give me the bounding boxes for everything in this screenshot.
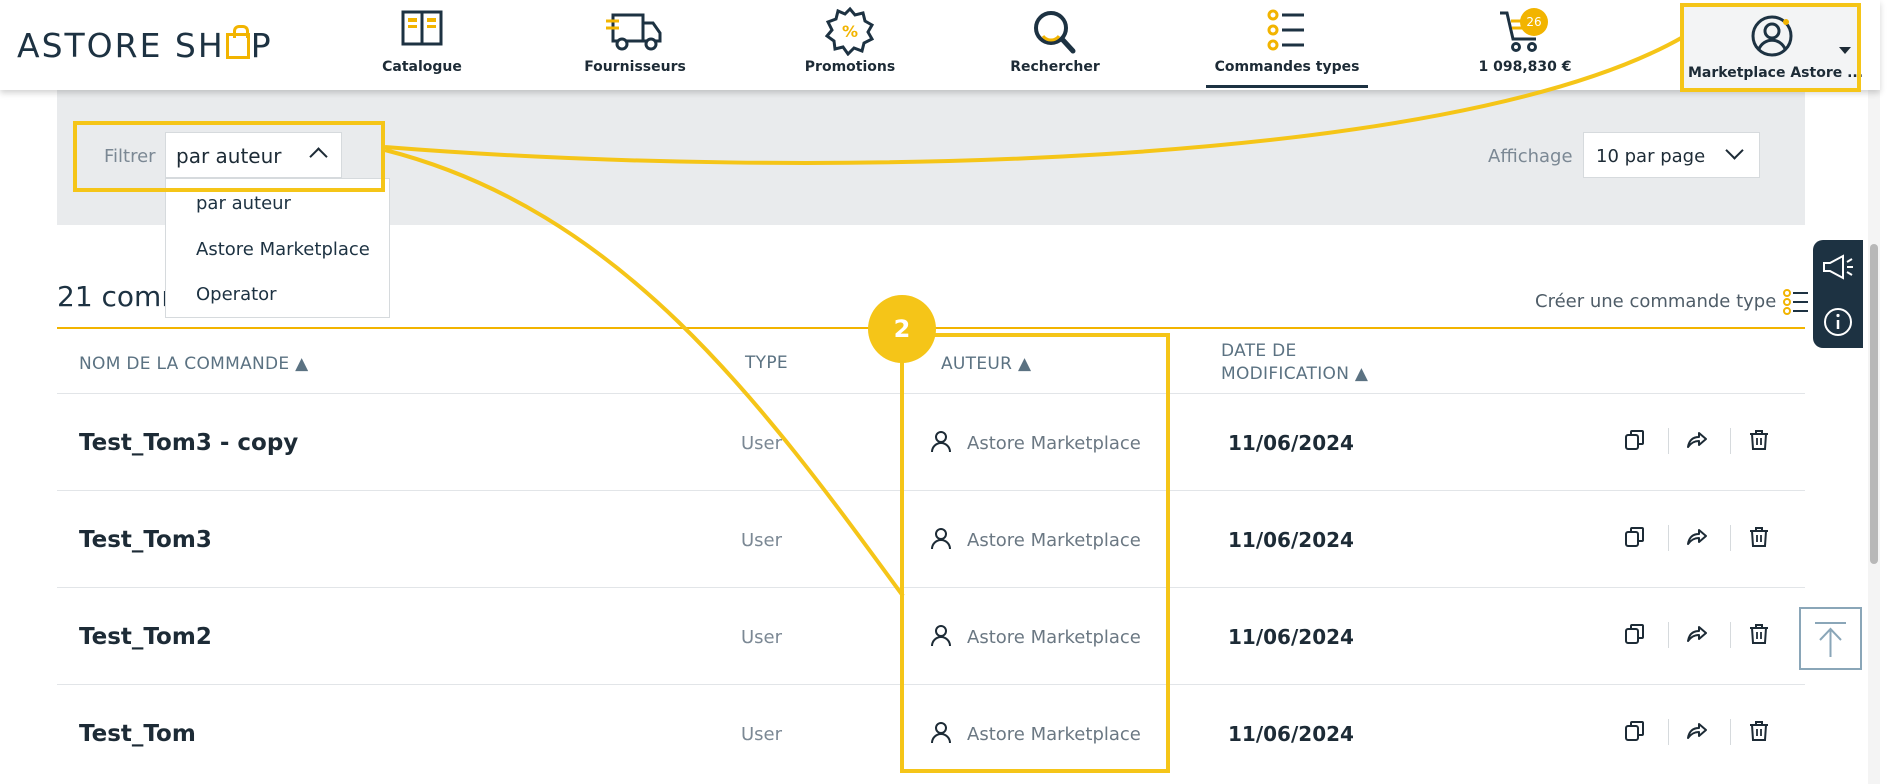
arrow-up-icon [1815, 622, 1846, 657]
scroll-to-top-button[interactable] [1799, 607, 1862, 670]
share-icon[interactable] [1685, 428, 1709, 452]
order-type: User [741, 627, 783, 648]
nav-rechercher[interactable]: Rechercher [1005, 0, 1105, 88]
filter-option-astore-marketplace[interactable]: Astore Marketplace [196, 239, 370, 260]
chevron-down-icon [1725, 141, 1744, 160]
info-icon[interactable] [1822, 306, 1854, 338]
user-circle-icon [1751, 15, 1793, 57]
order-modified-date: 11/06/2024 [1228, 625, 1354, 649]
user-icon [931, 625, 951, 647]
order-modified-date: 11/06/2024 [1228, 722, 1354, 746]
table-row[interactable]: Test_Tom3 - copy User Astore Marketplace… [57, 393, 1805, 490]
svg-text:%: % [842, 22, 858, 41]
nav-promotions-label: Promotions [804, 59, 896, 75]
action-separator [1730, 525, 1731, 551]
author-filter-select[interactable]: par auteur [165, 132, 342, 178]
order-name[interactable]: Test_Tom2 [79, 624, 212, 650]
order-author: Astore Marketplace [967, 724, 1141, 745]
order-name[interactable]: Test_Tom3 - copy [79, 430, 298, 456]
copy-icon[interactable] [1623, 719, 1647, 743]
action-separator [1668, 622, 1669, 648]
share-icon[interactable] [1685, 719, 1709, 743]
action-separator [1730, 428, 1731, 454]
nav-commandes-types[interactable]: Commandes types [1206, 0, 1368, 88]
filter-label: Filtrer [104, 146, 156, 167]
order-type: User [741, 433, 783, 454]
copy-icon[interactable] [1623, 525, 1647, 549]
cart-count-badge: 26 [1520, 8, 1548, 36]
account-menu[interactable]: Marketplace Astore ... [1680, 3, 1864, 92]
column-header-author[interactable]: AUTEUR ▲ [941, 354, 1031, 374]
nav-fournisseurs-label: Fournisseurs [584, 59, 686, 75]
truck-icon [606, 13, 662, 51]
action-separator [1668, 428, 1669, 454]
table-row[interactable]: Test_Tom3 User Astore Marketplace 11/06/… [57, 490, 1805, 587]
nav-catalogue-label: Catalogue [382, 59, 462, 75]
user-icon [931, 528, 951, 550]
trash-icon[interactable] [1747, 719, 1771, 743]
book-icon [401, 10, 443, 46]
order-author: Astore Marketplace [967, 627, 1141, 648]
nav-fournisseurs[interactable]: Fournisseurs [580, 0, 690, 88]
column-header-date-line2[interactable]: MODIFICATION ▲ [1221, 364, 1368, 384]
table-row[interactable]: Test_Tom User Astore Marketplace 11/06/2… [57, 684, 1805, 781]
filter-selected-value: par auteur [176, 144, 282, 168]
user-icon [931, 431, 951, 453]
top-header: ASTORE SH P Catalogue Fournisseurs % Prom… [0, 0, 1880, 90]
cart-total-label: 1 098,830 € [1478, 59, 1572, 75]
chevron-down-icon [1839, 47, 1851, 54]
order-modified-date: 11/06/2024 [1228, 528, 1354, 552]
list-icon [1267, 9, 1304, 51]
display-label: Affichage [1488, 146, 1573, 167]
order-type: User [741, 724, 783, 745]
nav-commandes-types-label: Commandes types [1214, 59, 1360, 75]
filter-option-par-auteur[interactable]: par auteur [196, 193, 291, 214]
order-name[interactable]: Test_Tom3 [79, 527, 212, 553]
order-author: Astore Marketplace [967, 530, 1141, 551]
megaphone-icon[interactable] [1821, 252, 1855, 282]
action-separator [1668, 719, 1669, 745]
column-header-name[interactable]: NOM DE LA COMMANDE ▲ [79, 354, 309, 374]
column-header-date-line1[interactable]: DATE DE [1221, 341, 1297, 361]
nav-promotions[interactable]: % Promotions [795, 0, 905, 88]
user-icon [931, 722, 951, 744]
nav-catalogue[interactable]: Catalogue [372, 0, 472, 88]
order-type: User [741, 530, 783, 551]
search-icon [1034, 11, 1076, 54]
chevron-up-icon [309, 147, 328, 166]
scrollbar-thumb[interactable] [1870, 244, 1878, 564]
action-separator [1668, 525, 1669, 551]
copy-icon[interactable] [1623, 428, 1647, 452]
list-add-icon[interactable] [1783, 289, 1809, 315]
order-name[interactable]: Test_Tom [79, 721, 196, 747]
column-header-type: TYPE [745, 353, 788, 373]
account-label: Marketplace Astore ... [1688, 65, 1864, 81]
order-author: Astore Marketplace [967, 433, 1141, 454]
action-separator [1730, 622, 1731, 648]
trash-icon[interactable] [1747, 622, 1771, 646]
trash-icon[interactable] [1747, 428, 1771, 452]
order-modified-date: 11/06/2024 [1228, 431, 1354, 455]
shopping-bag-logo-icon [225, 25, 250, 59]
filter-dropdown: par auteur Astore Marketplace Operator [165, 178, 390, 318]
page-size-select[interactable]: 10 par page [1583, 132, 1760, 178]
copy-icon[interactable] [1623, 622, 1647, 646]
astore-shop-logo[interactable]: ASTORE SH P [17, 25, 273, 65]
trash-icon[interactable] [1747, 525, 1771, 549]
create-order-template-link[interactable]: Créer une commande type [1535, 291, 1776, 312]
table-row[interactable]: Test_Tom2 User Astore Marketplace 11/06/… [57, 587, 1805, 684]
share-icon[interactable] [1685, 622, 1709, 646]
step-number-badge: 2 [868, 295, 936, 363]
page-size-value: 10 par page [1596, 146, 1706, 167]
share-icon[interactable] [1685, 525, 1709, 549]
filter-option-operator[interactable]: Operator [196, 284, 277, 305]
discount-badge-icon: % [825, 6, 875, 56]
nav-rechercher-label: Rechercher [1010, 59, 1100, 75]
side-help-panel [1813, 240, 1863, 348]
action-separator [1730, 719, 1731, 745]
